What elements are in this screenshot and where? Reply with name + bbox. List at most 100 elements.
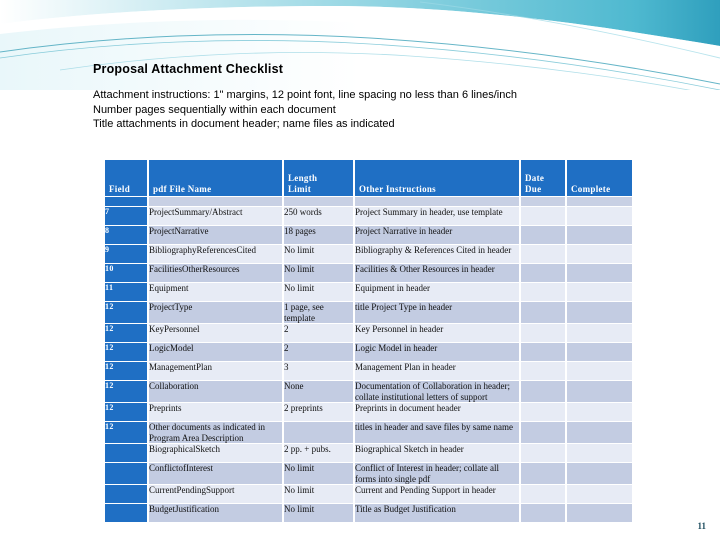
cell-length-limit: No limit (283, 282, 355, 302)
cell-complete[interactable] (566, 206, 634, 226)
cell-complete[interactable] (566, 380, 634, 403)
cell-date-due[interactable] (520, 402, 567, 422)
cell-date-due[interactable] (520, 225, 567, 245)
cell-date-due[interactable] (520, 443, 567, 463)
cell-field: 12 (105, 301, 149, 324)
cell-date-due[interactable] (520, 263, 567, 283)
column-header-other-instructions: Other Instructions (354, 160, 521, 197)
wave-white-sweep (0, 6, 720, 60)
wave-line-4 (419, 1, 720, 59)
table-body: 7 ProjectSummary/Abstract 250 words Project… (105, 196, 634, 523)
table-row: 11 Equipment No limit Equipment in header (105, 282, 634, 302)
cell-date-due[interactable] (520, 421, 567, 444)
table-row: 12 ManagementPlan 3 Management Plan in head… (105, 361, 634, 381)
cell-field (105, 503, 149, 523)
cell-field: 12 (105, 402, 149, 422)
cell-complete[interactable] (566, 225, 634, 245)
cell-length-limit: 2 (283, 342, 355, 362)
cell-length-limit: No limit (283, 462, 355, 485)
cell-date-due[interactable] (520, 244, 567, 264)
cell-complete[interactable] (566, 342, 634, 362)
cell-length-limit: 250 words (283, 206, 355, 226)
wave-top-fill (0, 0, 720, 46)
cell-date-due[interactable] (520, 301, 567, 324)
cell-complete[interactable] (566, 443, 634, 463)
cell-field: 9 (105, 244, 149, 264)
table-row: 7 ProjectSummary/Abstract 250 words Project… (105, 206, 634, 226)
cell-complete[interactable] (566, 323, 634, 343)
cell-other-instructions: Current and Pending Support in header (354, 484, 521, 504)
cell-field: 7 (105, 206, 149, 226)
cell-pdf-file-name: Collaboration (148, 380, 284, 403)
table-header: Field pdf File Name Length Limit Other I… (105, 160, 634, 197)
cell-pdf-file-name: BudgetJustification (148, 503, 284, 523)
cell-length-limit: 2 pp. + pubs. (283, 443, 355, 463)
table-row: 12 Collaboration None Documentation of Coll… (105, 380, 634, 403)
table-spacer-row (105, 196, 634, 207)
cell-complete[interactable] (566, 263, 634, 283)
cell-other-instructions: title Project Type in header (354, 301, 521, 324)
table-header-row: Field pdf File Name Length Limit Other I… (105, 160, 634, 197)
table-row: 8 ProjectNarrative 18 pages Project Narrati… (105, 225, 634, 245)
column-header-length-limit: Length Limit (283, 160, 355, 197)
cell-other-instructions: Conflict of Interest in header; collate … (354, 462, 521, 485)
cell-pdf-file-name: FacilitiesOtherResources (148, 263, 284, 283)
cell-date-due[interactable] (520, 462, 567, 485)
cell-length-limit: 2 (283, 323, 355, 343)
cell-other-instructions: Logic Model in header (354, 342, 521, 362)
cell-other-instructions: Project Summary in header, use template (354, 206, 521, 226)
cell-other-instructions: Preprints in document header (354, 402, 521, 422)
table-row: ConflictofInterest No limit Conflict of In… (105, 462, 634, 485)
cell-field: 8 (105, 225, 149, 245)
slide: Proposal Attachment Checklist Attachment… (0, 0, 720, 540)
cell-complete[interactable] (566, 421, 634, 444)
cell-complete[interactable] (566, 484, 634, 504)
cell-date-due[interactable] (520, 323, 567, 343)
table-row: 12 ProjectType 1 page, see template title P… (105, 301, 634, 324)
cell-field: 12 (105, 380, 149, 403)
cell-date-due[interactable] (520, 361, 567, 381)
cell-field: 12 (105, 342, 149, 362)
cell-date-due[interactable] (520, 484, 567, 504)
cell-other-instructions: titles in header and save files by same … (354, 421, 521, 444)
wave-line-1 (0, 33, 720, 85)
cell-length-limit: No limit (283, 484, 355, 504)
cell-other-instructions: Project Narrative in header (354, 225, 521, 245)
cell-complete[interactable] (566, 402, 634, 422)
cell-date-due[interactable] (520, 206, 567, 226)
table-row: BudgetJustification No limit Title as Bud… (105, 503, 634, 523)
wave-low-fill (0, 19, 720, 90)
cell-complete[interactable] (566, 503, 634, 523)
cell-pdf-file-name: ConflictofInterest (148, 462, 284, 485)
cell-other-instructions: Bibliography & References Cited in heade… (354, 244, 521, 264)
cell-complete[interactable] (566, 462, 634, 485)
table-row: CurrentPendingSupport No limit Current and… (105, 484, 634, 504)
decorative-wave-banner (0, 0, 720, 90)
cell-pdf-file-name: KeyPersonnel (148, 323, 284, 343)
cell-other-instructions: Documentation of Collaboration in header… (354, 380, 521, 403)
cell-pdf-file-name: ProjectNarrative (148, 225, 284, 245)
cell-length-limit: No limit (283, 263, 355, 283)
cell-length-limit (283, 421, 355, 444)
column-header-date-line1: Date (525, 173, 545, 183)
cell-complete[interactable] (566, 301, 634, 324)
cell-pdf-file-name: Preprints (148, 402, 284, 422)
column-header-pdf-file-name: pdf File Name (148, 160, 284, 197)
cell-length-limit: No limit (283, 244, 355, 264)
instruction-line-3: Title attachments in document header; na… (93, 118, 395, 131)
cell-pdf-file-name: Equipment (148, 282, 284, 302)
instruction-line-1: Attachment instructions: 1" margins, 12 … (93, 89, 517, 101)
cell-pdf-file-name: ProjectType (148, 301, 284, 324)
attachment-checklist-table: Field pdf File Name Length Limit Other I… (105, 160, 634, 523)
cell-date-due[interactable] (520, 380, 567, 403)
cell-date-due[interactable] (520, 503, 567, 523)
cell-field: 10 (105, 263, 149, 283)
table-row: 12 Other documents as indicated in Progra… (105, 421, 634, 444)
cell-other-instructions: Equipment in header (354, 282, 521, 302)
cell-complete[interactable] (566, 244, 634, 264)
cell-complete[interactable] (566, 282, 634, 302)
column-header-date-due: Date Due (520, 160, 567, 197)
cell-complete[interactable] (566, 361, 634, 381)
cell-date-due[interactable] (520, 342, 567, 362)
cell-date-due[interactable] (520, 282, 567, 302)
